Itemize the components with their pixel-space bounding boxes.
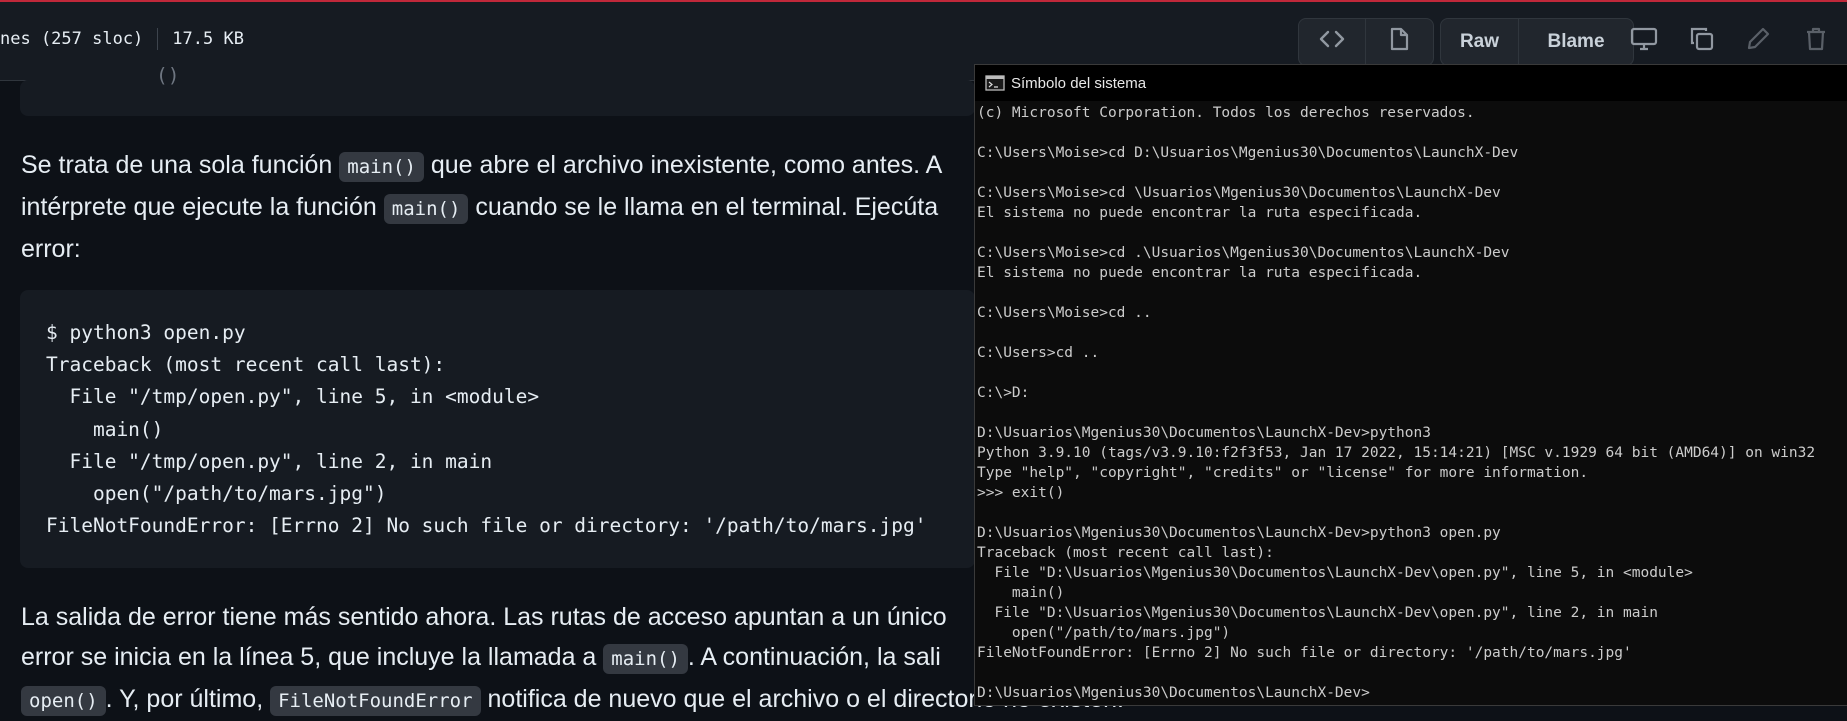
text-span: que abre el archivo inexistente, como an… — [423, 151, 943, 179]
console-line: File "D:\Usuarios\Mgenius30\Documentos\L… — [977, 565, 1693, 581]
code-line: File "/tmp/open.py", line 5, in <module> — [46, 385, 540, 409]
preview-file-button[interactable] — [1365, 19, 1432, 65]
console-line: D:\Usuarios\Mgenius30\Documentos\LaunchX… — [977, 685, 1370, 701]
paragraph-line: open(). Y, por último, FileNotFoundError… — [21, 679, 1124, 721]
console-line: El sistema no puede encontrar la ruta es… — [977, 205, 1423, 221]
pencil-icon — [1745, 26, 1771, 57]
console-line: C:\Users\Moise>cd .\Usuarios\Mgenius30\D… — [977, 245, 1510, 261]
text-span: cuando se le llama en el terminal. Ejecú… — [468, 193, 939, 221]
raw-blame-group: Raw Blame — [1440, 18, 1634, 66]
code-view-button[interactable] — [1299, 19, 1365, 65]
paragraph-intro: Se trata de una sola función main() que … — [21, 145, 942, 269]
code-fragment: () — [156, 64, 180, 87]
code-line: Traceback (most recent call last): — [46, 353, 446, 377]
console-line: FileNotFoundError: [Errno 2] No such fil… — [977, 645, 1632, 661]
file-info: nes (257 sloc) 17.5 KB — [0, 28, 244, 50]
console-line: C:\>D: — [977, 385, 1030, 401]
console-line: El sistema no puede encontrar la ruta es… — [977, 265, 1423, 281]
text-span: error se inicia en la línea 5, que inclu… — [21, 643, 604, 671]
console-line: File "D:\Usuarios\Mgenius30\Documentos\L… — [977, 605, 1658, 621]
code-line: $ python3 open.py — [46, 321, 246, 344]
console-line: C:\Users\Moise>cd D:\Usuarios\Mgenius30\… — [977, 145, 1519, 161]
console-line: D:\Usuarios\Mgenius30\Documentos\LaunchX… — [977, 425, 1431, 441]
command-prompt-titlebar[interactable]: Símbolo del sistema — [975, 65, 1847, 101]
paragraph-line: error se inicia en la línea 5, que inclu… — [21, 637, 1124, 679]
code-icon — [1319, 28, 1345, 56]
command-prompt-output[interactable]: (c) Microsoft Corporation. Todos los der… — [977, 103, 1815, 703]
blame-button[interactable]: Blame — [1518, 19, 1633, 65]
file-icon — [1389, 27, 1409, 57]
text-span: . A continuación, la sali — [687, 643, 941, 671]
code-line: open("/path/to/mars.jpg") — [46, 482, 387, 506]
desktop-icon — [1630, 27, 1658, 56]
code-line: main() — [46, 417, 164, 441]
file-info-divider — [157, 28, 159, 50]
console-line: (c) Microsoft Corporation. Todos los der… — [977, 105, 1475, 121]
code-traceback: $ python3 open.py Traceback (most recent… — [46, 317, 927, 542]
edit-file-button[interactable] — [1735, 18, 1781, 64]
console-line: >>> exit() — [977, 485, 1065, 501]
console-line: D:\Usuarios\Mgenius30\Documentos\LaunchX… — [977, 525, 1501, 541]
text-span: . Y, por último, — [105, 685, 271, 713]
console-line: Traceback (most recent call last): — [977, 545, 1274, 561]
trash-icon — [1804, 26, 1828, 57]
copy-raw-button[interactable] — [1679, 18, 1725, 64]
open-desktop-button[interactable] — [1621, 18, 1667, 64]
text-span: Se trata de una sola función — [21, 151, 340, 179]
delete-file-button[interactable] — [1793, 18, 1839, 64]
raw-button[interactable]: Raw — [1441, 19, 1518, 65]
inline-code-filenotfound: FileNotFoundError — [270, 686, 481, 716]
console-line: C:\Users\Moise>cd \Usuarios\Mgenius30\Do… — [977, 185, 1501, 201]
paragraph-explanation: La salida de error tiene más sentido aho… — [21, 597, 1124, 721]
code-line: FileNotFoundError: [Errno 2] No such fil… — [46, 514, 927, 538]
console-line: Type "help", "copyright", "credits" or "… — [977, 465, 1589, 481]
inline-code-main: main() — [383, 194, 469, 224]
paragraph-line: error: — [21, 235, 81, 263]
command-prompt-window[interactable]: Símbolo del sistema (c) Microsoft Corpor… — [975, 65, 1847, 705]
command-prompt-title: Símbolo del sistema — [1011, 74, 1147, 92]
code-block-previous: () — [20, 64, 975, 116]
file-size: 17.5 KB — [172, 29, 244, 49]
inline-code-open: open() — [21, 686, 106, 716]
inline-code-main: main() — [603, 644, 688, 674]
paragraph-line: Se trata de una sola función main() que … — [21, 145, 942, 187]
text-span: intérprete que ejecute la función — [21, 193, 384, 221]
view-mode-toggle — [1298, 18, 1434, 66]
paragraph-line: intérprete que ejecute la función main()… — [21, 187, 942, 229]
command-prompt-scrollbar[interactable] — [1833, 101, 1847, 705]
console-line: main() — [977, 585, 1065, 601]
paragraph-line: La salida de error tiene más sentido aho… — [21, 603, 947, 631]
console-line: Python 3.9.10 (tags/v3.9.10:f2f3f53, Jan… — [977, 445, 1816, 461]
console-line: C:\Users\Moise>cd .. — [977, 305, 1152, 321]
console-line: open("/path/to/mars.jpg") — [977, 625, 1231, 641]
cmd-icon — [985, 75, 1005, 91]
file-lines-sloc: nes (257 sloc) — [0, 29, 144, 49]
console-line: C:\Users>cd .. — [977, 345, 1100, 361]
copy-icon — [1689, 26, 1715, 57]
code-line: File "/tmp/open.py", line 2, in main — [46, 449, 493, 473]
inline-code-main: main() — [339, 152, 424, 182]
